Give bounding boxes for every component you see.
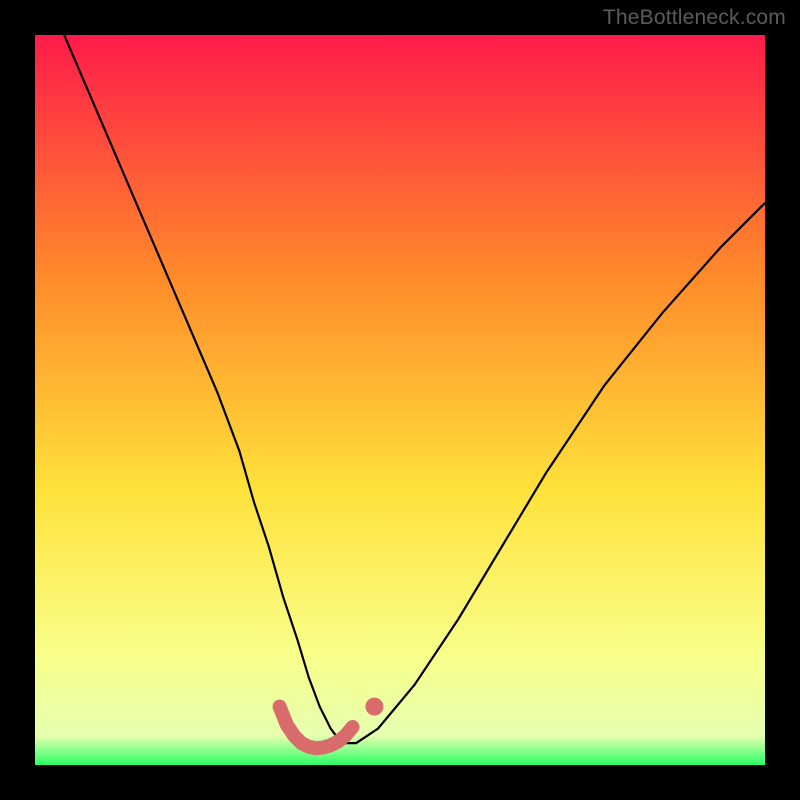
chart-container: TheBottleneck.com: [0, 0, 800, 800]
watermark-text: TheBottleneck.com: [603, 6, 786, 30]
highlight-dot: [365, 698, 383, 716]
plot-svg: [35, 35, 765, 765]
plot-area: [35, 35, 765, 765]
gradient-background: [35, 35, 765, 765]
